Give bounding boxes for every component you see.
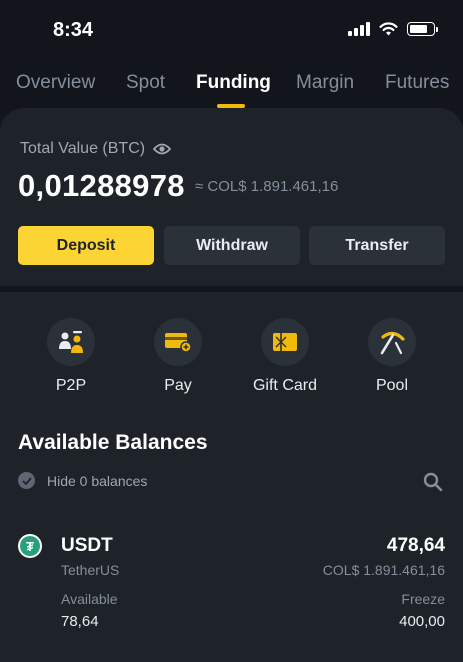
shortcut-gift-card[interactable]: Gift Card	[245, 318, 325, 395]
p2p-icon	[47, 318, 95, 366]
wifi-icon	[379, 22, 398, 36]
shortcut-label: Gift Card	[252, 377, 317, 394]
shortcut-pool[interactable]: Pool	[352, 318, 432, 395]
gift-card-icon	[261, 318, 309, 366]
account-tabs: Overview Spot Funding Margin Futures	[0, 66, 463, 110]
eye-icon[interactable]	[153, 143, 172, 155]
total-value-header: Total Value (BTC)	[20, 140, 172, 158]
battery-icon	[407, 22, 438, 36]
tab-overview[interactable]: Overview	[16, 72, 95, 94]
shortcut-label: Pay	[164, 377, 192, 394]
shortcut-label: P2P	[55, 377, 87, 394]
total-value-amount: 0,01288978	[18, 168, 185, 203]
tab-margin[interactable]: Margin	[296, 72, 354, 94]
shortcut-p2p[interactable]: P2P	[31, 318, 111, 395]
coin-fiat-value: COL$ 1.891.461,16	[322, 562, 445, 578]
shortcut-label: Pool	[375, 377, 409, 394]
tab-spot[interactable]: Spot	[126, 72, 165, 94]
freeze-label: Freeze	[401, 591, 445, 607]
deposit-button[interactable]: Deposit	[18, 226, 154, 265]
hide-zero-balances-label: Hide 0 balances	[47, 472, 148, 489]
pay-card-icon	[154, 318, 202, 366]
search-icon[interactable]	[423, 472, 443, 492]
transfer-button[interactable]: Transfer	[309, 226, 445, 265]
pickaxe-icon	[368, 318, 416, 366]
freeze-value: 400,00	[399, 613, 445, 630]
coin-name: TetherUS	[61, 562, 120, 578]
funding-main-panel: P2P Pay Gift Card Pool Available Balance…	[0, 292, 463, 662]
tab-funding[interactable]: Funding	[196, 72, 271, 94]
asset-row-usdt[interactable]: ₮ USDT TetherUS 478,64 COL$ 1.891.461,16…	[0, 532, 463, 642]
available-value: 78,64	[61, 613, 99, 630]
total-value-label: Total Value (BTC)	[20, 140, 146, 157]
status-bar: 8:34	[0, 0, 463, 60]
status-icons	[348, 22, 438, 36]
coin-total: 478,64	[386, 535, 445, 556]
total-value-fiat: ≈ COL$ 1.891.461,16	[195, 178, 339, 195]
withdraw-button[interactable]: Withdraw	[164, 226, 300, 265]
shortcut-pay[interactable]: Pay	[138, 318, 218, 395]
available-label: Available	[61, 591, 118, 607]
coin-symbol: USDT	[61, 535, 113, 556]
check-circle-icon[interactable]	[18, 472, 35, 489]
available-balances-title: Available Balances	[18, 431, 208, 454]
hide-zero-balances-toggle[interactable]: Hide 0 balances	[18, 472, 147, 489]
signal-bars-icon	[348, 22, 370, 36]
tab-futures[interactable]: Futures	[385, 72, 449, 94]
status-time: 8:34	[53, 19, 94, 41]
total-value-card: Total Value (BTC) 0,01288978 ≈ COL$ 1.89…	[0, 108, 463, 286]
tether-logo-icon: ₮	[18, 534, 42, 558]
